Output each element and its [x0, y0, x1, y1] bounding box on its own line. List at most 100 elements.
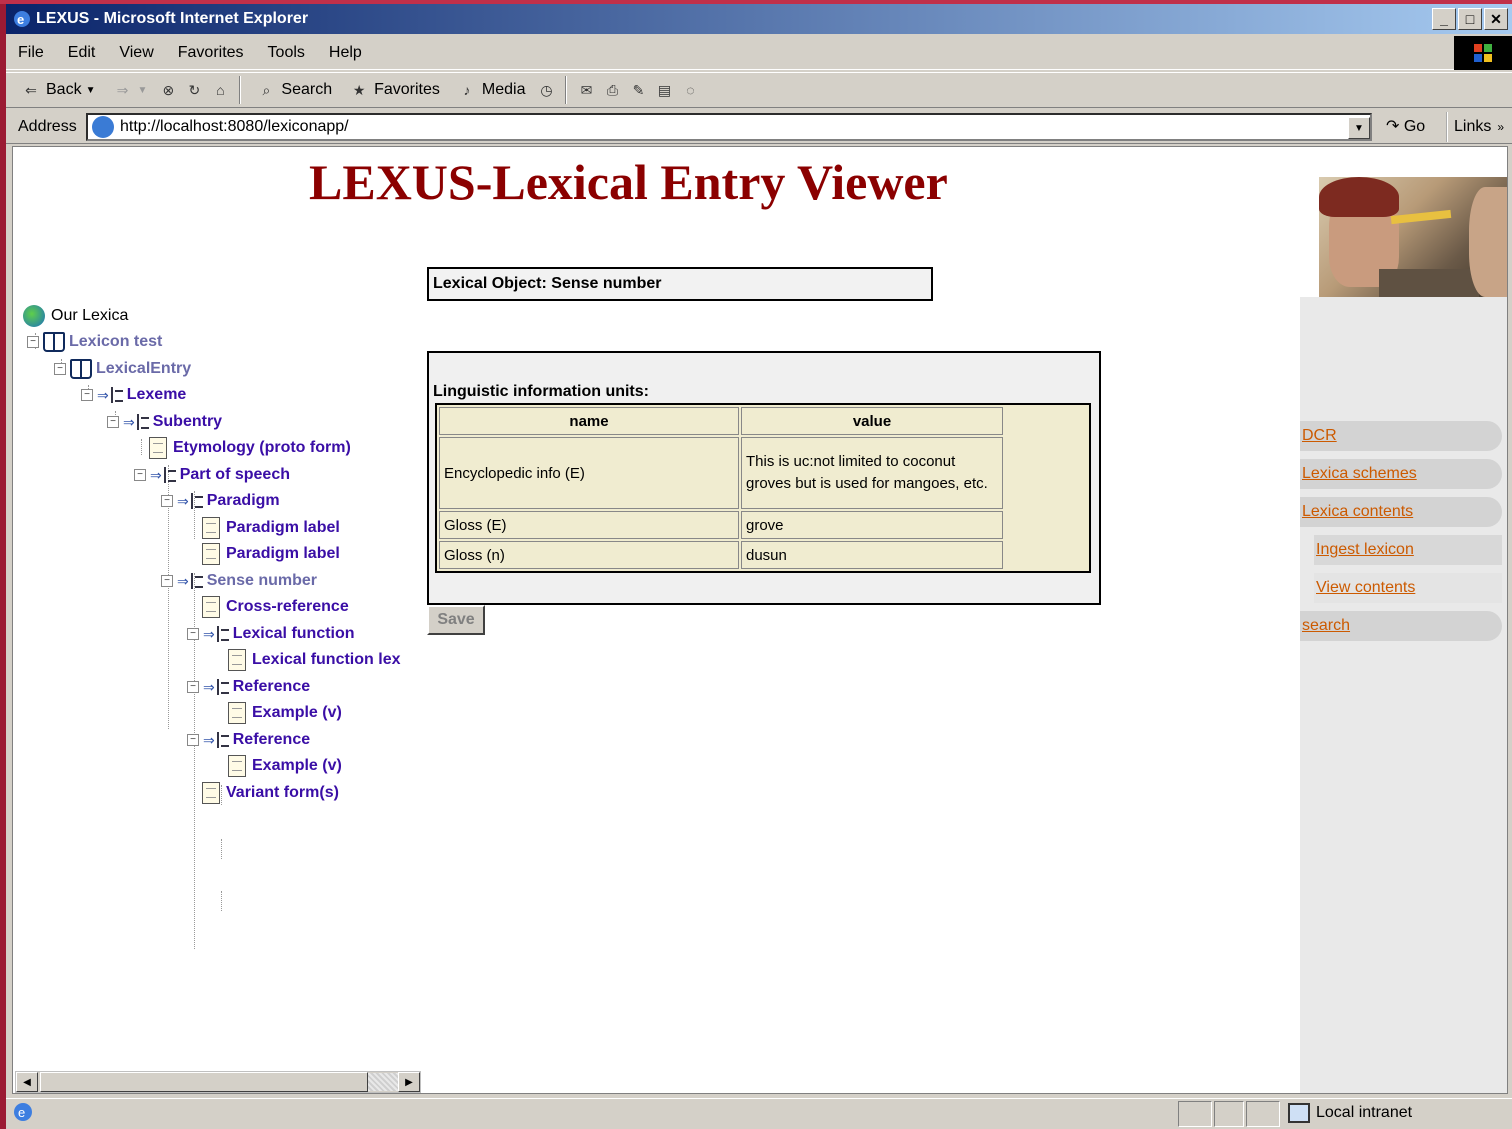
tree-label: Paradigm label	[226, 519, 340, 536]
scroll-right-icon[interactable]: ▶	[398, 1072, 420, 1092]
svg-text:e: e	[17, 12, 24, 27]
go-button[interactable]: ↷ Go	[1386, 116, 1425, 136]
tree-node-lexicalentry[interactable]: − LexicalEntry	[54, 356, 191, 382]
horizontal-scrollbar[interactable]: ◀ ▶	[15, 1071, 421, 1093]
menu-view[interactable]: View	[107, 44, 165, 62]
nav-lexica-schemes[interactable]: Lexica schemes	[1300, 459, 1502, 489]
forward-arrow-icon: ⇒	[116, 81, 129, 98]
tree-node-example[interactable]: Example (v)	[228, 700, 342, 726]
history-icon[interactable]: ◷	[535, 79, 557, 101]
collapse-icon[interactable]: −	[134, 469, 146, 481]
cell-name[interactable]: Gloss (E)	[439, 511, 739, 539]
forward-button[interactable]: ⇒ ▼	[105, 75, 153, 105]
right-sidebar: DCR Lexica schemes Lexica contents Inges…	[1300, 297, 1507, 1093]
tree-label: Variant form(s)	[226, 784, 339, 801]
save-button[interactable]: Save	[427, 605, 485, 635]
table-header-row: name value	[439, 407, 1003, 435]
cell-value[interactable]: dusun	[741, 541, 1003, 569]
hierarchy-icon	[190, 573, 205, 589]
cell-name[interactable]: Gloss (n)	[439, 541, 739, 569]
discuss-icon[interactable]: ▤	[653, 79, 675, 101]
maximize-button[interactable]: □	[1458, 8, 1482, 30]
favorites-label: Favorites	[374, 81, 440, 98]
tree-node-reference[interactable]: − ⇒ Reference	[187, 727, 310, 753]
cell-value[interactable]: This is uc:not limited to coconut groves…	[741, 437, 1003, 509]
nav-link[interactable]: Lexica contents	[1302, 503, 1413, 521]
document-icon	[202, 543, 220, 565]
nav-link[interactable]: Lexica schemes	[1302, 465, 1417, 483]
tree-node-reference[interactable]: − ⇒ Reference	[187, 674, 310, 700]
back-button[interactable]: ⇐ Back ▼	[14, 75, 101, 105]
mail-icon[interactable]: ✉	[575, 79, 597, 101]
cell-value[interactable]: grove	[741, 511, 1003, 539]
print-icon[interactable]: ⎙	[601, 79, 623, 101]
tree-node-paradigm-label[interactable]: Paradigm label	[202, 541, 340, 567]
links-button[interactable]: Links »	[1446, 112, 1504, 142]
home-icon[interactable]: ⌂	[209, 79, 231, 101]
tree-node-etymology[interactable]: Etymology (proto form)	[149, 435, 351, 461]
tree-node-lexicon-test[interactable]: − Lexicon test	[27, 329, 162, 355]
tree-node-paradigm-label[interactable]: Paradigm label	[202, 515, 340, 541]
menu-favorites[interactable]: Favorites	[166, 44, 256, 62]
collapse-icon[interactable]: −	[187, 628, 199, 640]
collapse-icon[interactable]: −	[27, 336, 39, 348]
toolbar-separator	[239, 76, 242, 104]
menu-tools[interactable]: Tools	[256, 44, 317, 62]
nav-search[interactable]: search	[1300, 611, 1502, 641]
menu-help[interactable]: Help	[317, 44, 374, 62]
collapse-icon[interactable]: −	[187, 681, 199, 693]
address-input[interactable]: http://localhost:8080/lexiconapp/ ▼	[86, 113, 1372, 141]
menu-file[interactable]: File	[6, 44, 56, 62]
search-button[interactable]: ⌕ Search	[249, 75, 338, 105]
stop-icon[interactable]: ⊗	[157, 79, 179, 101]
menu-edit[interactable]: Edit	[56, 44, 108, 62]
scroll-track[interactable]	[368, 1073, 398, 1091]
table-row: Gloss (n) dusun	[439, 541, 1003, 569]
nav-lexica-contents[interactable]: Lexica contents	[1300, 497, 1502, 527]
table-row: Gloss (E) grove	[439, 511, 1003, 539]
collapse-icon[interactable]: −	[161, 575, 173, 587]
collapse-icon[interactable]: −	[107, 416, 119, 428]
refresh-icon[interactable]: ↻	[183, 79, 205, 101]
nav-view-contents[interactable]: View contents	[1314, 573, 1502, 603]
nav-link[interactable]: DCR	[1302, 427, 1337, 445]
tree-node-example[interactable]: Example (v)	[228, 753, 342, 779]
nav-dcr[interactable]: DCR	[1300, 421, 1502, 451]
favorites-button[interactable]: ★ Favorites	[342, 75, 446, 105]
nav-ingest-lexicon[interactable]: Ingest lexicon	[1314, 535, 1502, 565]
edit-icon[interactable]: ✎	[627, 79, 649, 101]
tree-label: LexicalEntry	[96, 360, 192, 377]
favorites-icon: ★	[352, 81, 366, 98]
scroll-thumb[interactable]	[40, 1072, 368, 1092]
media-button[interactable]: ♪ Media	[450, 75, 532, 105]
tree-node-lexical-function-lex[interactable]: Lexical function lex	[228, 647, 400, 673]
tree-node-subentry[interactable]: − ⇒ Subentry	[107, 409, 222, 435]
tree-label: Lexicon test	[69, 333, 163, 350]
nav-link[interactable]: View contents	[1316, 579, 1415, 597]
address-dropdown-icon[interactable]: ▼	[1348, 117, 1370, 139]
close-button[interactable]: ✕	[1484, 8, 1508, 30]
tree-node-variant-forms[interactable]: Variant form(s)	[202, 780, 339, 806]
tree-node-part-of-speech[interactable]: − ⇒ Part of speech	[134, 462, 290, 488]
tree-node-lexical-function[interactable]: − ⇒ Lexical function	[187, 621, 355, 647]
tree-root-our-lexica[interactable]: Our Lexica	[23, 303, 128, 329]
toolbar: ⇐ Back ▼ ⇒ ▼ ⊗ ↻ ⌂ ⌕ Search ★ Favorites …	[6, 72, 1512, 108]
messenger-icon[interactable]: ◌	[679, 79, 701, 101]
hierarchy-icon	[216, 732, 231, 748]
tree-node-cross-reference[interactable]: Cross-reference	[202, 594, 349, 620]
minimize-button[interactable]: _	[1432, 8, 1456, 30]
collapse-icon[interactable]: −	[54, 363, 66, 375]
cell-name[interactable]: Encyclopedic info (E)	[439, 437, 739, 509]
tree-node-lexeme[interactable]: − ⇒ Lexeme	[81, 382, 186, 408]
tree-label: Cross-reference	[226, 598, 349, 615]
tree-node-sense-number[interactable]: − ⇒ Sense number	[161, 568, 317, 594]
tree-node-paradigm[interactable]: − ⇒ Paradigm	[161, 488, 280, 514]
collapse-icon[interactable]: −	[187, 734, 199, 746]
nav-link[interactable]: search	[1302, 617, 1350, 635]
scroll-left-icon[interactable]: ◀	[16, 1072, 38, 1092]
collapse-icon[interactable]: −	[161, 495, 173, 507]
page-title: LEXUS-Lexical Entry Viewer	[309, 154, 948, 210]
status-panel	[1214, 1101, 1244, 1127]
nav-link[interactable]: Ingest lexicon	[1316, 541, 1414, 559]
collapse-icon[interactable]: −	[81, 389, 93, 401]
